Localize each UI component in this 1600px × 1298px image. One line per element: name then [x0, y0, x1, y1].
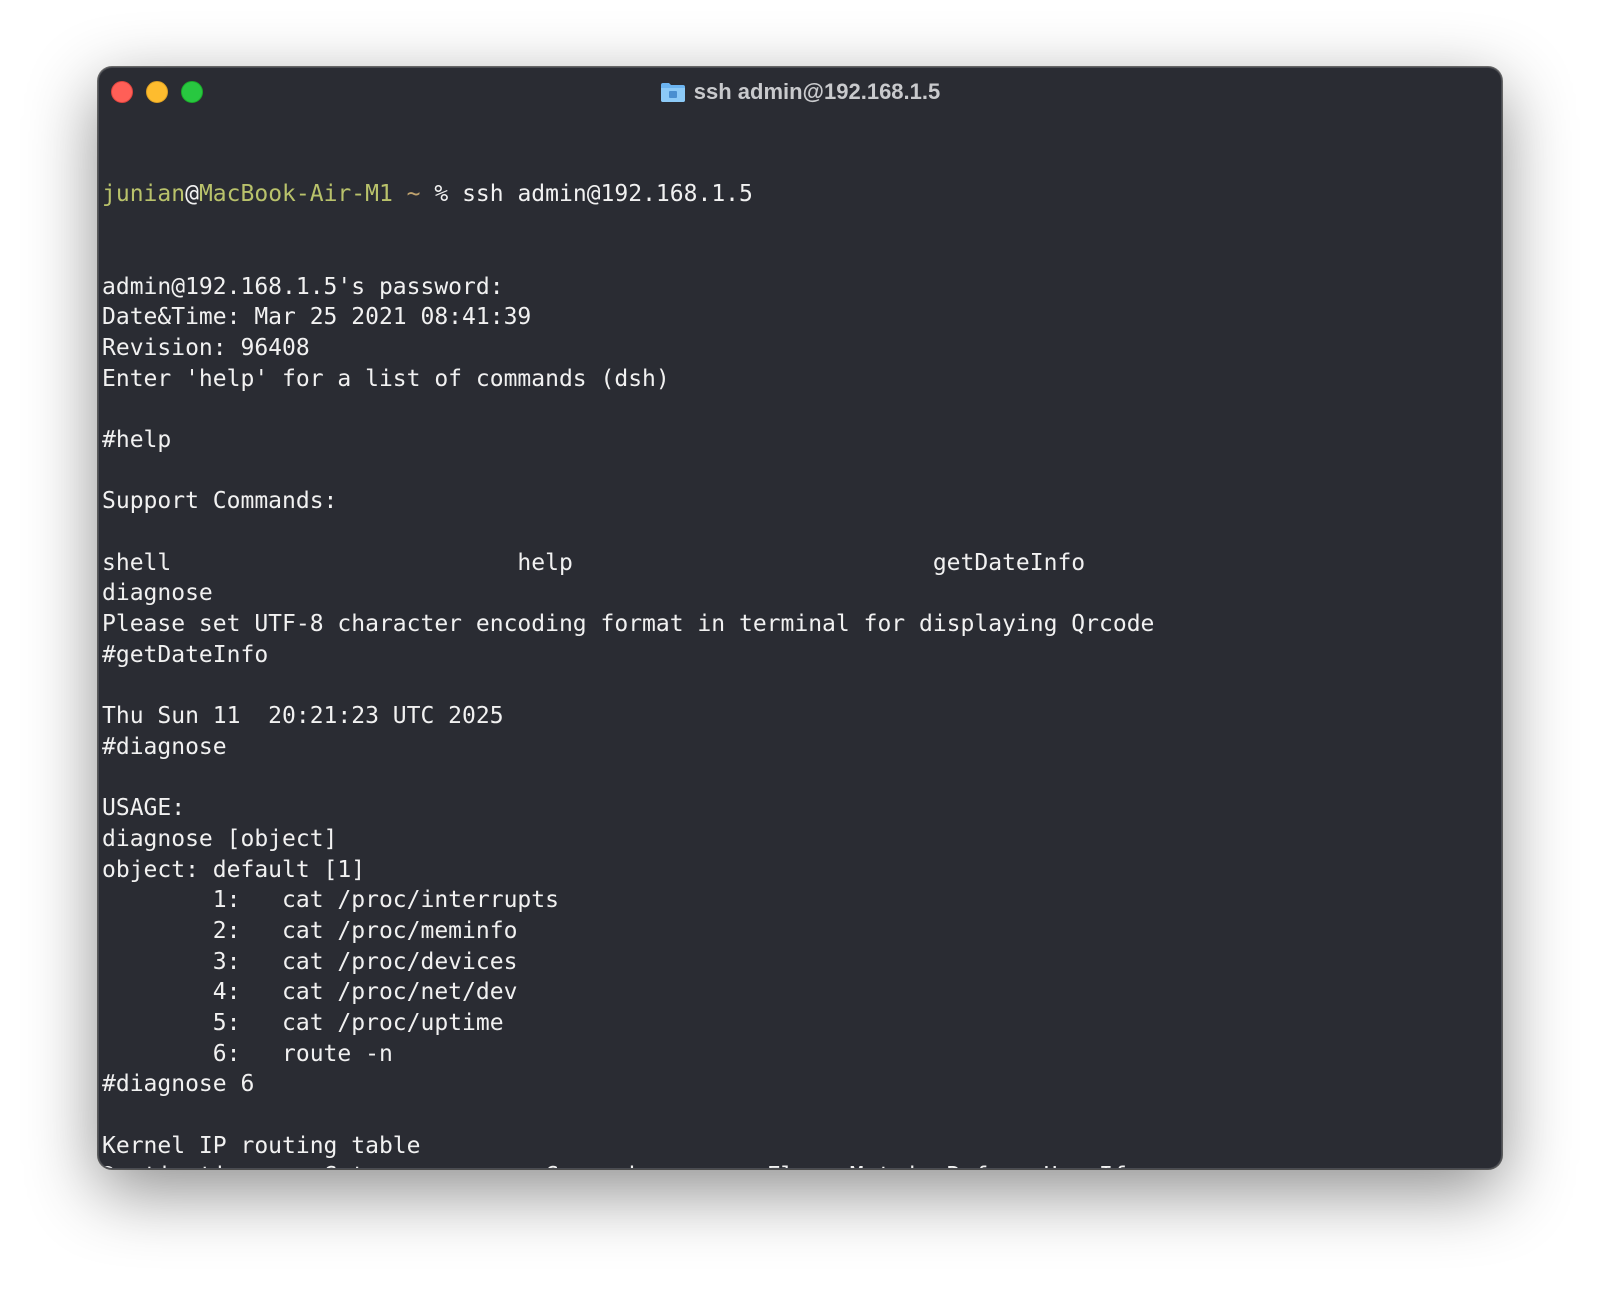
- terminal-line: #help: [102, 426, 172, 453]
- terminal-window: ssh admin@192.168.1.5 junian@MacBook-Air…: [98, 67, 1502, 1169]
- terminal-line: shell help getDateInfo: [102, 549, 1086, 576]
- folder-icon: [660, 81, 686, 103]
- terminal-line: Revision: 96408: [102, 334, 310, 361]
- terminal-line: 2: cat /proc/meminfo: [102, 917, 518, 944]
- terminal-line: Enter 'help' for a list of commands (dsh…: [102, 365, 670, 392]
- prompt-line: junian@MacBook-Air-M1 ~ % ssh admin@192.…: [102, 179, 1501, 210]
- prompt-host: MacBook-Air-M1: [198, 181, 393, 208]
- terminal-line: #diagnose 6: [102, 1071, 255, 1098]
- terminal-line: Destination Gateway Genmask Flags Metric…: [102, 1161, 1501, 1168]
- terminal-line: Please set UTF-8 character encoding form…: [102, 611, 1155, 638]
- terminal-lines: admin@192.168.1.5's password: Date&Time: …: [102, 272, 1501, 1169]
- terminal-line: #getDateInfo: [102, 641, 269, 668]
- terminal-line: 5: cat /proc/uptime: [102, 1010, 504, 1036]
- terminal-line: diagnose [object]: [102, 825, 338, 852]
- terminal-line: 3: cat /proc/devices: [102, 948, 518, 975]
- terminal-output[interactable]: junian@MacBook-Air-M1 ~ % ssh admin@192.…: [102, 118, 1501, 1168]
- terminal-line: Support Commands:: [102, 488, 338, 515]
- terminal-line: USAGE:: [102, 795, 186, 822]
- terminal-line: 1: cat /proc/interrupts: [102, 887, 559, 914]
- terminal-line: #diagnose: [102, 733, 227, 760]
- window-title: ssh admin@192.168.1.5: [693, 79, 941, 104]
- prompt-user: junian: [102, 181, 186, 208]
- window-title-group: ssh admin@192.168.1.5: [99, 68, 1501, 116]
- terminal-line: 6: route -n: [102, 1040, 393, 1067]
- title-bar[interactable]: ssh admin@192.168.1.5: [99, 68, 1501, 116]
- terminal-line: Kernel IP routing table: [102, 1132, 421, 1159]
- terminal-line: admin@192.168.1.5's password:: [102, 273, 504, 300]
- terminal-line: 4: cat /proc/net/dev: [102, 979, 518, 1006]
- terminal-line: Date&Time: Mar 25 2021 08:41:39: [102, 304, 532, 331]
- terminal-line: Thu Sun 11 20:21:23 UTC 2025: [102, 703, 504, 730]
- prompt-at: @: [185, 181, 199, 208]
- terminal-line: diagnose: [102, 580, 213, 607]
- terminal-line: object: default [1]: [102, 856, 366, 883]
- prompt-path: ~: [392, 181, 421, 208]
- prompt-command: % ssh admin@192.168.1.5: [420, 181, 753, 208]
